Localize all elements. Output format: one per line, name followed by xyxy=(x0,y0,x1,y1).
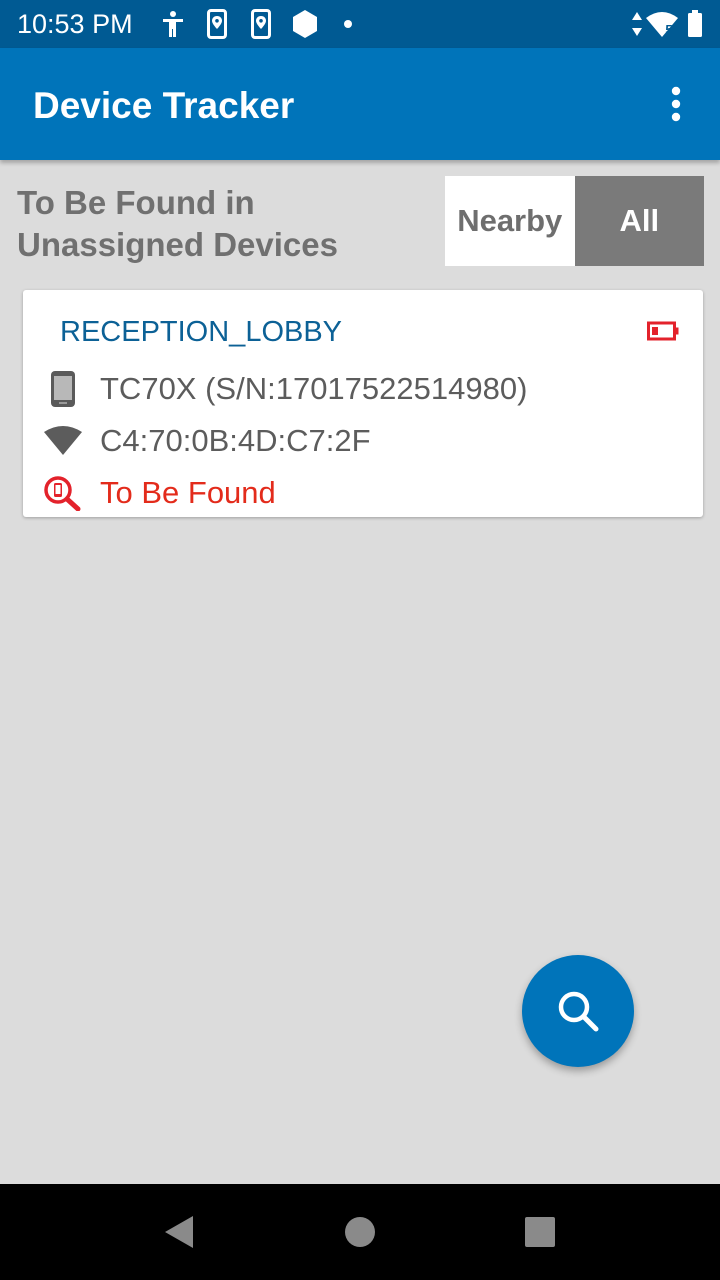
device-card[interactable]: RECEPTION_LOBBY TC70X (S/N:1701752251498… xyxy=(23,290,703,517)
search-icon xyxy=(558,991,599,1032)
battery-low-icon xyxy=(647,321,679,341)
app-title: Device Tracker xyxy=(33,85,295,126)
device-model: TC70X (S/N:17017522514980) xyxy=(100,371,528,406)
back-button[interactable] xyxy=(155,1208,203,1256)
hexagon-icon xyxy=(290,8,320,40)
find-device-icon xyxy=(43,473,83,513)
more-options-button[interactable] xyxy=(652,76,700,132)
device-location-icon xyxy=(247,8,275,40)
wifi-icon xyxy=(43,421,83,461)
device-mac-address: C4:70:0B:4D:C7:2F xyxy=(100,423,371,458)
battery-icon xyxy=(685,8,705,40)
data-arrows-icon xyxy=(630,8,644,40)
more-vert-icon xyxy=(671,86,681,122)
phone-icon xyxy=(43,369,83,409)
nearby-toggle-button[interactable]: Nearby xyxy=(445,176,575,266)
status-time: 10:53 PM xyxy=(17,9,133,39)
search-button[interactable] xyxy=(522,955,634,1067)
home-icon xyxy=(345,1217,375,1247)
device-location-icon xyxy=(203,8,231,40)
device-mac-row: C4:70:0B:4D:C7:2F xyxy=(43,421,371,461)
filter-toggle: Nearby All xyxy=(445,176,704,266)
recents-button[interactable] xyxy=(516,1208,564,1256)
device-status: To Be Found xyxy=(100,475,276,510)
device-status-row: To Be Found xyxy=(43,473,276,513)
app-bar: Device Tracker xyxy=(0,48,720,160)
back-icon xyxy=(165,1216,193,1248)
all-toggle-button[interactable]: All xyxy=(574,176,704,266)
home-button[interactable] xyxy=(336,1208,384,1256)
navigation-bar xyxy=(0,1184,720,1280)
accessibility-icon xyxy=(158,8,188,40)
device-model-row: TC70X (S/N:17017522514980) xyxy=(43,369,527,409)
status-bar: 10:53 PM 5 xyxy=(0,0,720,48)
recents-icon xyxy=(525,1217,555,1247)
dot-icon xyxy=(340,8,356,40)
wifi-band-label: 5 xyxy=(665,21,673,37)
section-heading: To Be Found in Unassigned Devices xyxy=(17,184,338,263)
device-location: RECEPTION_LOBBY xyxy=(60,316,343,348)
